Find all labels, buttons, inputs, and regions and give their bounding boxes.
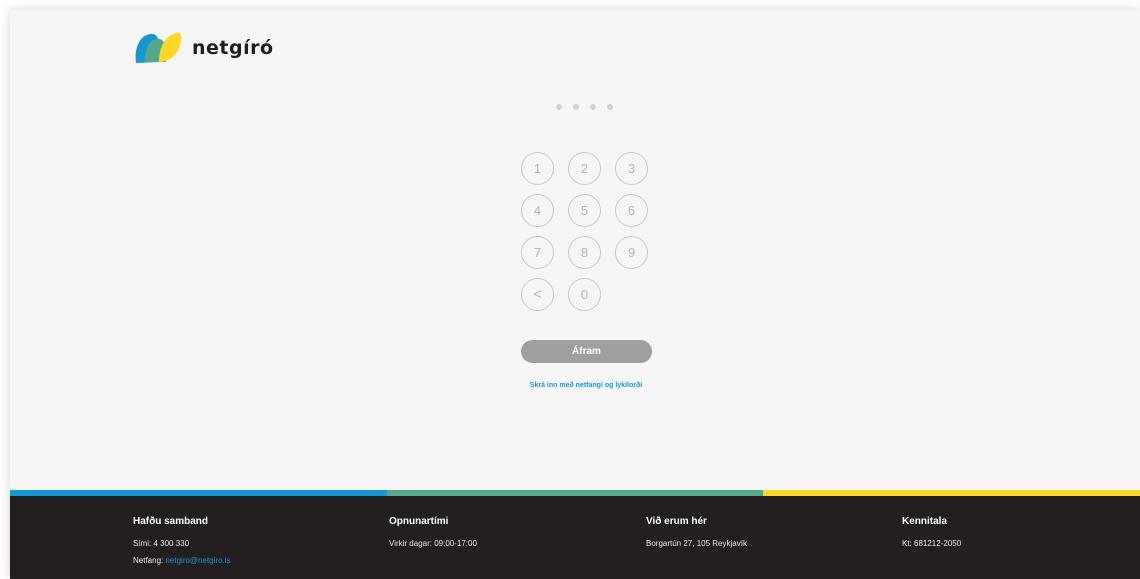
continue-button[interactable]: Áfram <box>521 340 652 363</box>
pin-dot <box>556 104 562 110</box>
key-4[interactable]: 4 <box>521 194 554 227</box>
footer-hours: Opnunartími Virkir dagar: 09:00-17:00 <box>389 516 477 556</box>
pin-indicator <box>556 104 613 110</box>
key-1[interactable]: 1 <box>521 152 554 185</box>
footer-hours-text: Virkir dagar: 09:00-17:00 <box>389 539 477 548</box>
footer-email-link[interactable]: netgiro@netgiro.is <box>165 556 230 565</box>
footer-phone: Sími: 4 300 330 <box>133 539 190 548</box>
footer-location-title: Við erum hér <box>646 516 707 527</box>
key-6[interactable]: 6 <box>615 194 648 227</box>
key-9[interactable]: 9 <box>615 236 648 269</box>
logo-text: netgíró <box>192 37 274 59</box>
login-with-email-link[interactable]: Skrá inn með netfangi og lykilorði <box>486 382 686 389</box>
key-0[interactable]: 0 <box>568 278 601 311</box>
pin-dot <box>607 104 613 110</box>
footer: Hafðu samband Sími: 4 300 330 Netfang: n… <box>10 496 1140 579</box>
key-3[interactable]: 3 <box>615 152 648 185</box>
footer-kennitala-title: Kennitala <box>902 516 948 527</box>
footer-email-label: Netfang: <box>133 556 166 565</box>
footer-contact-title: Hafðu samband <box>133 516 209 527</box>
footer-kennitala-text: Kt: 681212-2050 <box>902 539 962 548</box>
page-frame: netgíró 1 2 3 4 5 6 7 8 9 < 0 Áfram Skrá… <box>10 10 1140 579</box>
pin-dot <box>590 104 596 110</box>
pin-dot <box>573 104 579 110</box>
key-2[interactable]: 2 <box>568 152 601 185</box>
pin-keypad: 1 2 3 4 5 6 7 8 9 < 0 <box>521 152 648 311</box>
footer-contact: Hafðu samband Sími: 4 300 330 Netfang: n… <box>133 516 231 573</box>
footer-kennitala: Kennitala Kt: 681212-2050 <box>902 516 961 556</box>
footer-hours-title: Opnunartími <box>389 516 449 527</box>
key-7[interactable]: 7 <box>521 236 554 269</box>
footer-location: Við erum hér Borgartún 27, 105 Reykjavík <box>646 516 747 556</box>
key-5[interactable]: 5 <box>568 194 601 227</box>
footer-email-row: Netfang: netgiro@netgiro.is <box>133 556 231 565</box>
backspace-key[interactable]: < <box>521 278 554 311</box>
logo-icon <box>135 32 182 63</box>
key-8[interactable]: 8 <box>568 236 601 269</box>
logo[interactable]: netgíró <box>133 31 274 65</box>
footer-location-text: Borgartún 27, 105 Reykjavík <box>646 539 747 548</box>
